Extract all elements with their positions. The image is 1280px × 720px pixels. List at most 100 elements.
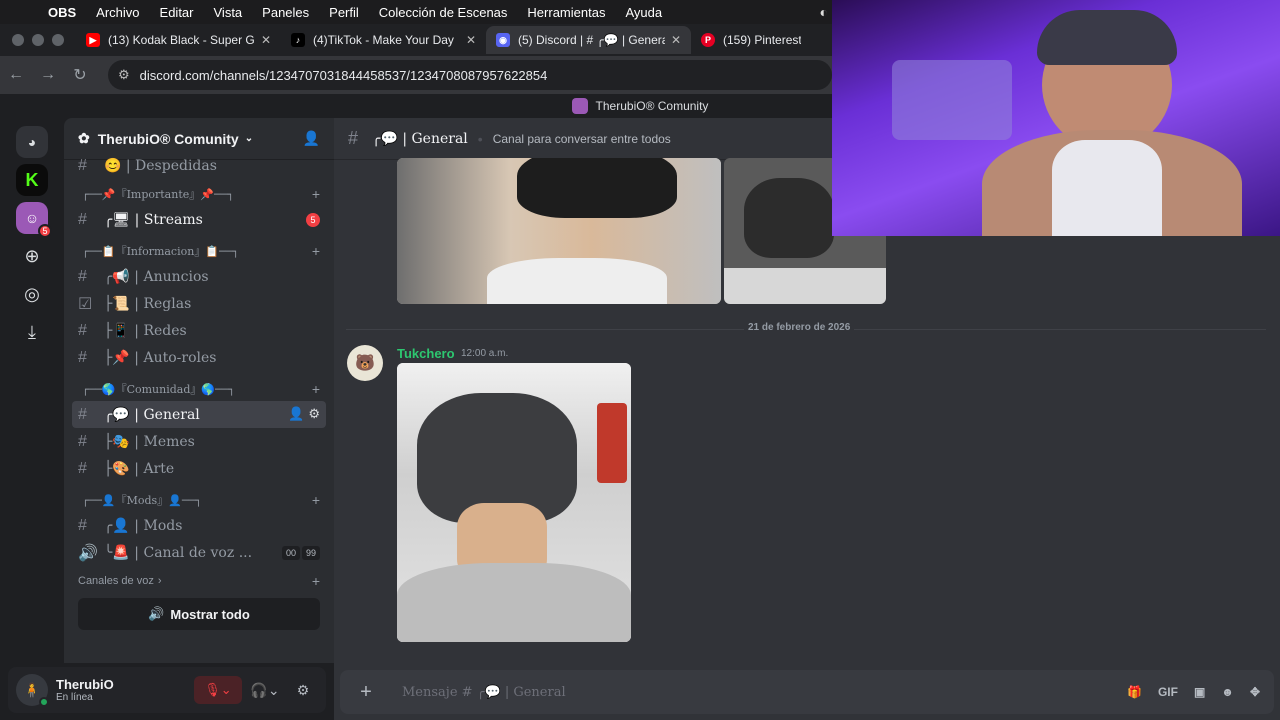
gift-icon[interactable]: 🎁	[1127, 685, 1142, 699]
channel-topic[interactable]: Canal para conversar entre todos	[493, 132, 671, 146]
kick-server-icon[interactable]: K	[16, 164, 48, 196]
channel-auto-roles[interactable]: # ├📌 | Auto-roles	[72, 344, 326, 371]
menu-perfil[interactable]: Perfil	[329, 5, 359, 20]
menu-app-name[interactable]: OBS	[48, 5, 76, 20]
browser-tab-pinterest[interactable]: P (159) Pinterest	[691, 26, 811, 54]
person-cap	[1037, 10, 1177, 65]
channel-general[interactable]: # ╭💬 | General 👤 ⚙	[72, 401, 326, 428]
user-info[interactable]: TherubiO En línea	[56, 677, 114, 703]
therubio-server-icon[interactable]: ☺ 5	[16, 202, 52, 238]
emoji-icon[interactable]: ☻	[1221, 685, 1234, 699]
plus-icon[interactable]: +	[312, 186, 320, 202]
hash-icon: #	[348, 128, 359, 148]
message-input[interactable]: Mensaje # ╭💬 | General	[402, 685, 1111, 700]
category-label: ┌──📋『Informacion』📋──┐	[82, 245, 239, 258]
plus-icon[interactable]: +	[312, 573, 320, 589]
gif-icon[interactable]: GIF	[1158, 685, 1178, 699]
zoom-window-button[interactable]	[52, 34, 64, 46]
menu-editar[interactable]: Editar	[160, 5, 194, 20]
menu-coleccion-escenas[interactable]: Colección de Escenas	[379, 5, 508, 20]
mute-mic-button[interactable]: 🎙⌄	[194, 676, 242, 704]
message-author-avatar[interactable]: 🐻	[347, 345, 383, 381]
message-author[interactable]: Tukchero	[397, 346, 455, 361]
forward-arrow-icon[interactable]: →	[32, 66, 64, 84]
avatar[interactable]: 🧍	[16, 674, 49, 707]
invite-people-icon[interactable]: 👤	[303, 130, 320, 147]
menu-paneles[interactable]: Paneles	[262, 5, 309, 20]
browser-tab-tiktok[interactable]: ♪ (4)TikTok - Make Your Day ✕	[281, 26, 486, 54]
channel-memes[interactable]: # ├🎭 | Memes	[72, 428, 326, 455]
channel-arte[interactable]: # ├🎨 | Arte	[72, 455, 326, 482]
menu-ayuda[interactable]: Ayuda	[625, 5, 662, 20]
category-informacion[interactable]: ┌──📋『Informacion』📋──┐ +	[64, 233, 334, 263]
user-status: En línea	[56, 692, 93, 703]
channel-mods[interactable]: # ╭👤 | Mods	[72, 512, 326, 539]
hair-shape	[517, 158, 677, 218]
channel-anuncios[interactable]: # ╭📢 | Anuncios	[72, 263, 326, 290]
channel-canal-de-voz[interactable]: 🔊 ╰🚨 | Canal de voz ... 00 99	[72, 539, 326, 566]
headphones-icon[interactable]: 🎧⌄	[250, 676, 280, 704]
fire-extinguisher-shape	[597, 403, 627, 483]
haircut-photo-3[interactable]	[397, 363, 631, 642]
channel-label: ╰🚨 | Canal de voz ...	[104, 544, 253, 561]
discover-icon[interactable]: ◎	[16, 278, 48, 310]
menu-vista[interactable]: Vista	[214, 5, 243, 20]
date-divider: 21 de febrero de 2026	[744, 322, 855, 333]
site-info-icon[interactable]: ⚙	[118, 67, 130, 83]
close-tab-icon[interactable]: ✕	[466, 33, 476, 47]
channel-label: ├🎭 | Memes	[104, 433, 195, 450]
add-server-icon[interactable]: ⊕	[16, 240, 48, 272]
back-arrow-icon[interactable]: ←	[0, 66, 32, 84]
hash-icon: #	[78, 157, 87, 174]
message-timestamp: 12:00 a.m.	[461, 348, 509, 359]
server-icon	[571, 98, 588, 114]
voice-channels-category[interactable]: Canales de voz › +	[64, 566, 334, 596]
menu-herramientas[interactable]: Herramientas	[527, 5, 605, 20]
user-settings-gear-icon[interactable]: ⚙	[288, 676, 318, 704]
pinterest-icon: P	[701, 33, 715, 47]
add-attachment-button[interactable]: +	[354, 681, 378, 704]
webcam-overlay	[832, 0, 1280, 236]
haircut-photo-1[interactable]	[397, 158, 721, 304]
download-icon[interactable]: ⤓	[16, 316, 48, 348]
close-window-button[interactable]	[12, 34, 24, 46]
close-tab-icon[interactable]: ✕	[261, 33, 271, 47]
plus-icon[interactable]: +	[312, 381, 320, 397]
close-tab-icon[interactable]: ✕	[671, 33, 681, 47]
hash-icon: #	[78, 405, 87, 423]
status-icon[interactable]: ◐	[820, 4, 828, 20]
channel-label: ╭🖥 | Streams	[104, 211, 203, 228]
user-panel: 🧍 TherubiO En línea 🎙⌄ 🎧⌄ ⚙	[8, 667, 326, 713]
header-separator: •	[477, 130, 483, 147]
username: TherubiO	[56, 677, 114, 692]
browser-tab-youtube[interactable]: ▶ (13) Kodak Black - Super Gre ✕	[76, 26, 281, 54]
speaker-icon: 🔊	[148, 606, 165, 621]
category-label: ┌──🌎『Comunidad』🌎──┐	[82, 383, 235, 396]
minimize-window-button[interactable]	[32, 34, 44, 46]
address-bar[interactable]: ⚙ discord.com/channels/12347070318444585…	[108, 60, 832, 90]
category-mods[interactable]: ┌──👤『Mods』👤──┐ +	[64, 482, 334, 512]
server-header[interactable]: ✿ TherubiO® Comunity ⌄ 👤	[64, 118, 334, 160]
discord-home-icon[interactable]: ◕	[16, 126, 48, 158]
category-comunidad[interactable]: ┌──🌎『Comunidad』🌎──┐ +	[64, 371, 334, 401]
reload-icon[interactable]: ↻	[64, 65, 96, 85]
menu-archivo[interactable]: Archivo	[96, 5, 139, 20]
sticker-icon[interactable]: ▣	[1194, 685, 1205, 699]
browser-tab-discord[interactable]: ◉ (5) Discord | # ╭💬 | Genera ✕	[486, 26, 691, 54]
hash-icon: #	[78, 432, 87, 450]
category-label: ┌──📌『Importante』📌──┐	[82, 188, 234, 201]
hash-icon: #	[78, 321, 87, 339]
channel-despedidas[interactable]: # 😊 | Despedidas	[72, 156, 326, 176]
tab-title: (4)TikTok - Make Your Day	[313, 33, 454, 47]
show-all-button[interactable]: 🔊 Mostrar todo	[78, 598, 320, 630]
apps-icon[interactable]: ✥	[1250, 685, 1260, 699]
plus-icon[interactable]: +	[312, 243, 320, 259]
channel-streams[interactable]: # ╭🖥 | Streams 5	[72, 206, 326, 233]
rules-icon: ☑	[78, 295, 93, 313]
channel-reglas[interactable]: ☑ ├📜 | Reglas	[72, 290, 326, 317]
tab-title: (159) Pinterest	[723, 33, 801, 47]
channel-redes[interactable]: # ├📱 | Redes	[72, 317, 326, 344]
channel-settings-icon[interactable]: 👤 ⚙	[288, 407, 320, 422]
category-importante[interactable]: ┌──📌『Importante』📌──┐ +	[64, 176, 334, 206]
plus-icon[interactable]: +	[312, 492, 320, 508]
